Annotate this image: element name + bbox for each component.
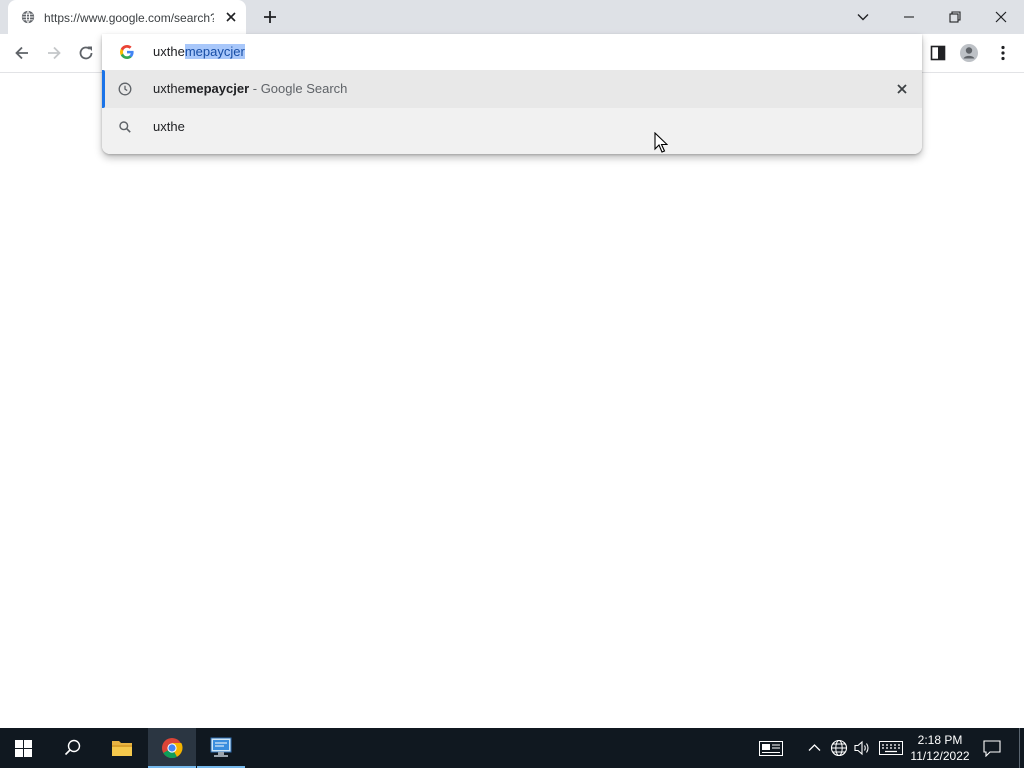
taskbar-search-button[interactable] [48, 728, 96, 768]
suggestion-text: uxthe [153, 119, 185, 135]
system-clock[interactable]: 2:18 PM 11/12/2022 [902, 732, 978, 764]
suggestion-list: uxthemepaycjer - Google Search uxthe [102, 70, 922, 154]
tab-title: https://www.google.com/search? [44, 11, 214, 25]
tab-search-button[interactable] [840, 0, 886, 34]
side-panel-icon[interactable] [928, 43, 948, 63]
suggestion-history[interactable]: uxthemepaycjer - Google Search [102, 70, 922, 108]
search-icon [119, 121, 131, 133]
keyboard-icon[interactable] [879, 741, 903, 755]
suggestion-suffix: - Google Search [249, 81, 348, 96]
search-icon [64, 739, 81, 756]
minimize-button[interactable] [886, 0, 932, 34]
restore-icon [949, 11, 961, 23]
taskbar-network-app[interactable] [197, 728, 245, 768]
notification-icon[interactable] [983, 740, 1001, 757]
omnibox-popup: uxthemepaycjer uxthemepaycjer - Google S… [102, 34, 922, 154]
tab-strip: https://www.google.com/search? [0, 0, 1024, 34]
chevron-up-icon[interactable] [808, 742, 821, 754]
network-app-icon [210, 737, 232, 757]
speaker-icon[interactable] [853, 739, 871, 757]
profile-icon[interactable] [959, 43, 979, 63]
arrow-left-icon[interactable] [12, 43, 32, 63]
start-button[interactable] [0, 728, 48, 768]
suggestion-prefix: uxthe [153, 119, 185, 134]
close-icon [995, 11, 1007, 23]
news-icon[interactable] [759, 741, 783, 756]
windows-start-icon [15, 740, 32, 757]
window-close-button[interactable] [978, 0, 1024, 34]
suggestion-text: uxthemepaycjer - Google Search [153, 81, 347, 97]
close-icon[interactable] [223, 9, 239, 25]
taskbar-chrome[interactable] [148, 728, 196, 768]
selection-accent-bar [102, 70, 105, 108]
file-explorer-icon [112, 741, 132, 756]
arrow-right-icon[interactable] [44, 43, 64, 63]
plus-icon[interactable] [261, 8, 279, 26]
globe-icon [21, 10, 35, 24]
chrome-icon [162, 738, 183, 759]
restore-button[interactable] [932, 0, 978, 34]
remove-suggestion-icon[interactable] [894, 81, 910, 97]
suggestion-search[interactable]: uxthe [102, 108, 922, 146]
browser-tab[interactable]: https://www.google.com/search? [8, 0, 246, 34]
minimize-icon [904, 16, 914, 18]
clock-date: 11/12/2022 [910, 749, 970, 763]
suggestion-completion: mepaycjer [184, 81, 250, 96]
omnibox[interactable]: uxthemepaycjer [102, 34, 922, 70]
chevron-down-icon [857, 14, 869, 21]
clock-time: 2:18 PM [917, 733, 963, 747]
history-clock-icon [118, 82, 132, 96]
taskbar: 2:18 PM 11/12/2022 [0, 728, 1024, 768]
omnibox-autocomplete-selection: mepaycjer [184, 44, 245, 59]
omnibox-input[interactable]: uxthemepaycjer [153, 44, 245, 60]
google-g-icon [120, 45, 134, 59]
omnibox-typed-text: uxthe [153, 44, 185, 59]
suggestion-prefix: uxthe [153, 81, 185, 96]
reload-icon[interactable] [76, 43, 96, 63]
taskbar-file-explorer[interactable] [98, 728, 146, 768]
show-desktop-divider[interactable] [1019, 728, 1020, 768]
kebab-menu-icon[interactable] [993, 43, 1013, 63]
network-globe-icon[interactable] [830, 739, 848, 757]
